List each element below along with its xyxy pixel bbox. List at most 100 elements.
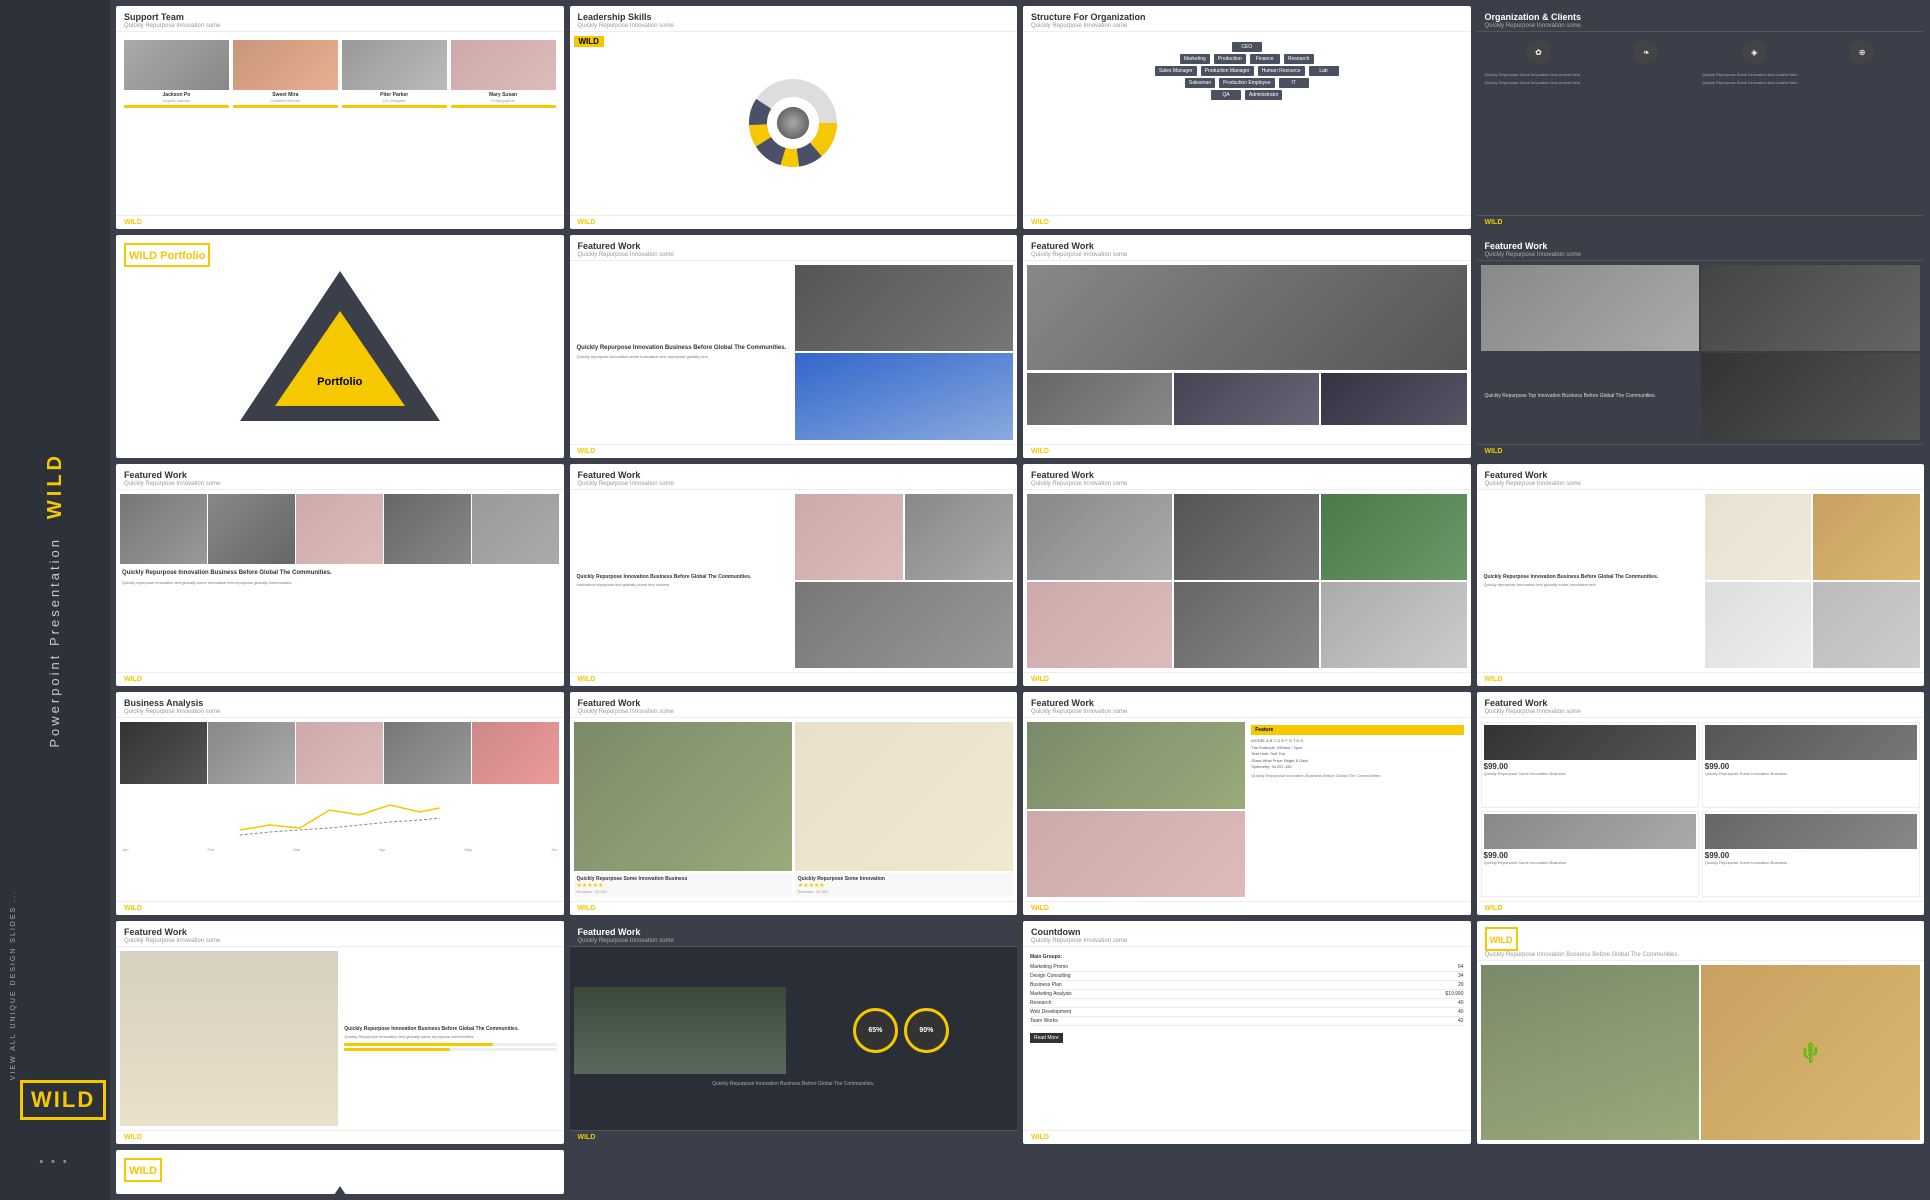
member-mary-bar — [451, 105, 556, 108]
slide-fw3-title: Featured Work — [1485, 241, 1917, 251]
slide-support-team[interactable]: Support Team Quickly Repurpose Innovatio… — [116, 6, 564, 229]
slide-fw9-footer: WILD — [1023, 901, 1471, 915]
team-members-list: Jackson Po Graphic Adviser Sweet Mira Cr… — [120, 36, 560, 112]
sidebar-subtitle: Powerpoint Presentation — [46, 537, 64, 748]
slide-price-table[interactable]: WILD Price Table — [116, 1150, 564, 1194]
slide-fw10-subtitle: Quickly Repurpose Innovation some — [1485, 709, 1917, 715]
fw11-layout: Quickly Repurpose Innovation Business Be… — [120, 951, 560, 1126]
price-triangle-dark — [240, 1186, 440, 1194]
slide-fw4-title: Featured Work — [124, 470, 556, 480]
slide-portfolio[interactable]: WILD Portfolio Portfolio — [116, 235, 564, 458]
fw4-text: Quickly repurpose innovation text global… — [120, 578, 560, 588]
slide-countdown-header: Countdown Quickly Repurpose Innovation s… — [1023, 921, 1471, 947]
slide-structure[interactable]: Structure For Organization Quickly Repur… — [1023, 6, 1471, 229]
read-more-button[interactable]: Read More — [1030, 1033, 1063, 1043]
price-img-2 — [1705, 725, 1917, 760]
slide-fw7-body: Quickly Repurpose Innovation Business Be… — [1477, 490, 1925, 673]
fw7-text: Quickly Repurpose Innovation Business Be… — [1481, 494, 1702, 669]
slide-fw6-subtitle: Quickly Repurpose Innovation some — [1031, 481, 1463, 487]
org-prod-mgr: Production Manager — [1201, 66, 1254, 76]
countdown-label-4: Marketing Analysis — [1030, 991, 1072, 997]
countdown-label-1: Marketing Promo — [1030, 964, 1068, 970]
slide-business[interactable]: Business Analysis Quickly Repurpose Inno… — [116, 692, 564, 915]
wild-logo-fw4: WILD — [124, 676, 142, 683]
slide-fw9[interactable]: Featured Work Quickly Repurpose Innovati… — [1023, 692, 1471, 915]
slide-leadership[interactable]: Leadership Skills Quickly Repurpose Inno… — [570, 6, 1018, 229]
countdown-row-2: Design Consulting 34 — [1030, 972, 1464, 981]
org-level4-row: Salesman Production Employee IT — [1031, 78, 1463, 88]
slide-fw11-footer: WILD — [116, 1130, 564, 1144]
price-table-header: WILD — [124, 1158, 556, 1182]
slide-fw5[interactable]: Featured Work Quickly Repurpose Innovati… — [570, 464, 1018, 687]
slide-fw6-body — [1023, 490, 1471, 673]
slide-leadership-footer: WILD — [570, 215, 1018, 229]
countdown-val-2: 34 — [1458, 973, 1464, 979]
fw9-i2 — [1027, 811, 1245, 897]
org-level3-row: Sales Manager Production Manager Human R… — [1031, 66, 1463, 76]
slide-fw1[interactable]: Featured Work Quickly Repurpose Innovati… — [570, 235, 1018, 458]
slide-fw7[interactable]: Featured Work Quickly Repurpose Innovati… — [1477, 464, 1925, 687]
org-marketing: Marketing — [1180, 54, 1210, 64]
slide-support-team-header: Support Team Quickly Repurpose Innovatio… — [116, 6, 564, 32]
plant-icon: 🌵 — [1798, 1040, 1823, 1065]
countdown-val-6: 40 — [1458, 1009, 1464, 1015]
countdown-val-3: 20 — [1458, 982, 1464, 988]
price-item-3: $99.00 Quickly Repurpose Some Innovation… — [1481, 811, 1699, 897]
slide-fw10-footer: WILD — [1477, 901, 1925, 915]
countdown-groups: Main Groups: Marketing Promo 64 Design C… — [1027, 951, 1467, 1126]
slide-fw12[interactable]: Featured Work Quickly Repurpose Innovati… — [570, 921, 1018, 1144]
fw11-body: Quickly Repurpose Innovation text global… — [344, 1034, 556, 1040]
member-mary: Mary Susan Photographer — [451, 40, 556, 108]
countdown-val-7: 42 — [1458, 1018, 1464, 1024]
fw2-thumb2 — [1174, 373, 1319, 425]
wild-logo-fw5: WILD — [578, 676, 596, 683]
ba-i3 — [296, 722, 383, 783]
slide-fw10[interactable]: Featured Work Quickly Repurpose Innovati… — [1477, 692, 1925, 915]
member-mary-role: Photographer — [491, 98, 515, 103]
fw9-specs: Feature MODEL A B C D E F G T K G The Ex… — [1248, 722, 1466, 897]
slide-fw11[interactable]: Featured Work Quickly Repurpose Innovati… — [116, 921, 564, 1144]
client-text-2: Quickly Repurpose Some Innovation text c… — [1702, 72, 1916, 77]
countdown-label-6: Web Development — [1030, 1009, 1071, 1015]
fw1-img2 — [795, 353, 1013, 439]
countdown-label-2: Design Consulting — [1030, 973, 1071, 979]
slide-org-clients[interactable]: Organization & Clients Quickly Repurpose… — [1477, 6, 1925, 229]
fw8-left: Quickly Repurpose Some Innovation Busine… — [574, 722, 792, 897]
member-piter-role: UX Designer — [383, 98, 406, 103]
slide-org-clients-body: ✿ ❧ ◈ ⊕ Quickly Repurpose Some Innovatio… — [1477, 32, 1925, 215]
countdown-val-4: $19,990 — [1445, 991, 1463, 997]
slide-wild-green[interactable]: WILD Quickly Repurpose Innovation Busine… — [1477, 921, 1925, 1144]
slide-fw8[interactable]: Featured Work Quickly Repurpose Innovati… — [570, 692, 1018, 915]
slide-fw6[interactable]: Featured Work Quickly Repurpose Innovati… — [1023, 464, 1471, 687]
slide-fw8-title: Featured Work — [578, 698, 1010, 708]
slide-fw4[interactable]: Featured Work Quickly Repurpose Innovati… — [116, 464, 564, 687]
slide-fw9-header: Featured Work Quickly Repurpose Innovati… — [1023, 692, 1471, 718]
slide-fw3-footer: WILD — [1477, 444, 1925, 458]
client-icon-3: ◈ — [1742, 40, 1766, 64]
slide-fw1-title: Featured Work — [578, 241, 1010, 251]
fw8-stars2: ★★★★★ — [798, 882, 1010, 889]
org-research: Research — [1284, 54, 1314, 64]
slide-fw12-body: 65% 90% Quickly Repurpose Innovation Bus… — [570, 947, 1018, 1130]
slide-fw2[interactable]: Featured Work Quickly Repurpose Innovati… — [1023, 235, 1471, 458]
org-it: IT — [1279, 78, 1309, 88]
fw3-img2 — [1701, 265, 1920, 351]
slide-fw10-title: Featured Work — [1485, 698, 1917, 708]
wild-logo-countdown: WILD — [1031, 1134, 1049, 1141]
slide-fw4-body: Quickly Repurpose Innovation Business Be… — [116, 490, 564, 673]
member-piter-bar — [342, 105, 447, 108]
member-mary-photo — [451, 40, 556, 90]
fw7-img-grid — [1705, 494, 1920, 669]
slide-countdown[interactable]: Countdown Quickly Repurpose Innovation s… — [1023, 921, 1471, 1144]
fw8-review1: Quickly Repurpose Some Innovation Busine… — [574, 873, 792, 897]
fw11-bar1-fill — [344, 1043, 493, 1046]
fw6-grid — [1027, 494, 1467, 669]
fw11-bar2-fill — [344, 1048, 450, 1051]
countdown-row-4: Marketing Analysis $19,990 — [1030, 990, 1464, 999]
countdown-val-1: 64 — [1458, 964, 1464, 970]
org-finance: Finance — [1250, 54, 1280, 64]
client-text-1: Quickly Repurpose Some Innovation text c… — [1485, 72, 1699, 77]
fw6-i2 — [1174, 494, 1319, 580]
slide-wild-green-header: WILD Quickly Repurpose Innovation Busine… — [1477, 921, 1925, 961]
slide-fw3[interactable]: Featured Work Quickly Repurpose Innovati… — [1477, 235, 1925, 458]
